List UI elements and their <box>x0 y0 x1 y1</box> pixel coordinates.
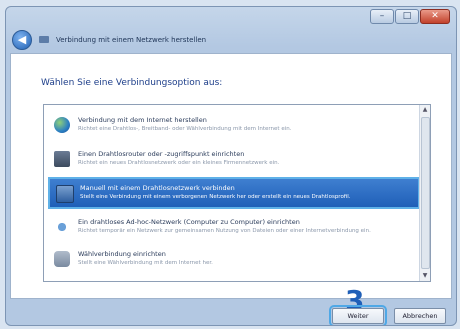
window-title: Verbindung mit einem Netzwerk herstellen <box>56 36 207 44</box>
option-manual-wireless[interactable]: Manuell mit einem Drahtlosnetzwerk verbi… <box>48 177 420 209</box>
network-icon <box>38 34 50 46</box>
scroll-up-arrow-icon[interactable]: ▲ <box>420 105 430 115</box>
option-title: Einen Drahtlosrouter oder -zugriffspunkt… <box>78 150 245 158</box>
adhoc-network-icon <box>54 219 70 235</box>
close-button[interactable]: ✕ <box>420 9 450 24</box>
content-area: Wählen Sie eine Verbindungsoption aus: V… <box>10 53 452 317</box>
option-title: Ein drahtloses Ad-hoc-Netzwerk (Computer… <box>78 218 300 226</box>
option-description: Stellt eine Verbindung mit einem verborg… <box>80 194 351 200</box>
maximize-button[interactable]: □ <box>395 9 419 24</box>
option-internet[interactable]: Verbindung mit dem Internet herstellen R… <box>48 111 382 143</box>
computer-icon <box>56 185 74 203</box>
option-description: Richtet eine Drahtlos-, Breitband- oder … <box>78 126 292 132</box>
dialog-window: – □ ✕ ◀ Verbindung mit einem Netzwerk he… <box>5 6 457 326</box>
option-description: Stellt eine Wählverbindung mit dem Inter… <box>78 260 213 266</box>
window-controls: – □ ✕ <box>370 9 450 24</box>
title-bar: ◀ Verbindung mit einem Netzwerk herstell… <box>12 29 206 51</box>
scroll-thumb[interactable] <box>421 117 430 269</box>
option-dialup[interactable]: Wählverbindung einrichten Stellt eine Wä… <box>48 245 382 277</box>
list-scrollbar[interactable]: ▲ ▼ <box>419 105 430 281</box>
option-adhoc[interactable]: Ein drahtloses Ad-hoc-Netzwerk (Computer… <box>48 213 382 245</box>
globe-icon <box>54 117 70 133</box>
option-title: Verbindung mit dem Internet herstellen <box>78 116 207 124</box>
option-description: Richtet temporär ein Netzwerk zur gemein… <box>78 228 371 234</box>
option-description: Richtet ein neues Drahtlosnetzwerk oder … <box>78 160 280 166</box>
option-title: Manuell mit einem Drahtlosnetzwerk verbi… <box>80 184 235 192</box>
connection-option-list[interactable]: Verbindung mit dem Internet herstellen R… <box>43 104 431 282</box>
next-button[interactable]: Weiter <box>329 305 387 325</box>
scroll-down-arrow-icon[interactable]: ▼ <box>420 271 430 281</box>
back-arrow-icon[interactable]: ◀ <box>12 30 32 50</box>
page-heading: Wählen Sie eine Verbindungsoption aus: <box>41 78 223 88</box>
option-title: Wählverbindung einrichten <box>78 250 166 258</box>
router-icon <box>54 151 70 167</box>
minimize-button[interactable]: – <box>370 9 394 24</box>
cancel-button[interactable]: Abbrechen <box>394 308 446 324</box>
dialup-modem-icon <box>54 251 70 267</box>
option-router[interactable]: Einen Drahtlosrouter oder -zugriffspunkt… <box>48 145 382 177</box>
